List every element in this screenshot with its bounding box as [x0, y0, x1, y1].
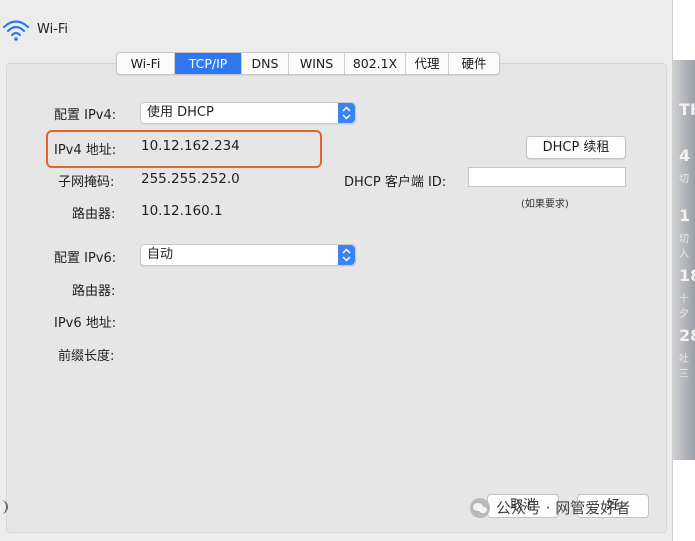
strip-text: 28 [679, 326, 695, 345]
tab-hardware[interactable]: 硬件 [449, 53, 499, 74]
tab-bar: Wi-Fi TCP/IP DNS WINS 802.1X 代理 硬件 [116, 52, 500, 75]
wifi-icon [2, 16, 30, 44]
dhcp-client-id-label: DHCP 客户端 ID: [344, 175, 447, 190]
router-value: 10.12.160.1 [141, 203, 223, 219]
ipv6-router-label: 路由器: [72, 284, 116, 299]
configure-ipv4-select[interactable]: 使用 DHCP [140, 102, 356, 124]
window-title: Wi-Fi [37, 22, 69, 37]
tab-dns[interactable]: DNS [242, 53, 289, 74]
strip-text: 十夕 [679, 294, 689, 320]
select-stepper-icon [338, 245, 355, 265]
tab-wins[interactable]: WINS [289, 53, 345, 74]
tab-tcpip[interactable]: TCP/IP [175, 53, 242, 74]
wechat-icon [470, 497, 490, 518]
configure-ipv6-value: 自动 [147, 247, 174, 262]
select-stepper-icon [338, 103, 355, 123]
strip-text: 1 [679, 206, 691, 225]
strip-text: 4 [679, 146, 691, 165]
watermark: 公众号 · 网管爱好者 [470, 497, 630, 518]
router-label: 路由器: [72, 207, 116, 222]
configure-ipv6-select[interactable]: 自动 [140, 244, 356, 266]
network-settings-window: Wi-Fi Wi-Fi TCP/IP DNS WINS 802.1X 代理 硬件… [0, 0, 673, 541]
background-window-strip: TH 4 切 1 切入 18 十夕 28 吐三 [673, 60, 695, 460]
annotation-highlight-box [46, 130, 322, 168]
configure-ipv6-label: 配置 IPv6: [54, 251, 117, 266]
subnet-mask-label: 子网掩码: [58, 175, 115, 190]
strip-text: 18 [679, 266, 695, 285]
tab-wifi[interactable]: Wi-Fi [117, 53, 175, 74]
titlebar: Wi-Fi [0, 0, 672, 60]
tab-proxy[interactable]: 代理 [406, 53, 449, 74]
dhcp-renew-button[interactable]: DHCP 续租 [526, 136, 626, 159]
dhcp-client-id-hint: (如果要求) [521, 199, 569, 210]
strip-text: 切 [679, 174, 689, 185]
subnet-mask-value: 255.255.252.0 [141, 171, 240, 187]
prefix-length-label: 前缀长度: [58, 349, 115, 364]
configure-ipv4-value: 使用 DHCP [147, 105, 214, 120]
dhcp-client-id-input[interactable] [468, 167, 626, 187]
watermark-text: 公众号 · 网管爱好者 [496, 499, 631, 517]
strip-text: TH [679, 100, 695, 119]
strip-text: 切入 [679, 234, 689, 260]
configure-ipv4-label: 配置 IPv4: [54, 108, 117, 123]
strip-text: 吐三 [679, 354, 689, 380]
tab-8021x[interactable]: 802.1X [345, 53, 406, 74]
ipv6-address-label: IPv6 地址: [54, 316, 117, 331]
